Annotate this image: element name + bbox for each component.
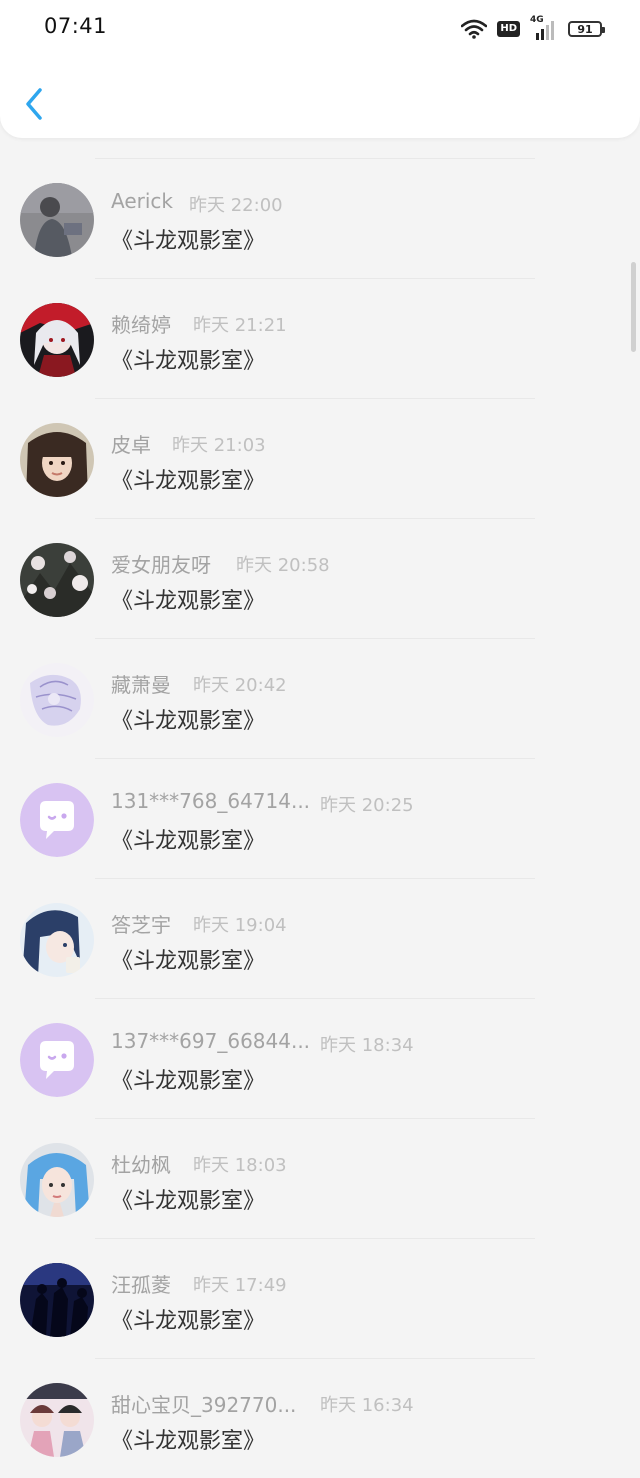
message-text: 《斗龙观影室》 [111,1069,266,1094]
timestamp: 昨天 16:34 [320,1395,414,1416]
timestamp: 昨天 18:34 [320,1035,414,1056]
status-icons: HD 4G 91 [461,15,605,41]
nickname: 131***768_64714... [111,789,311,813]
message-text: 《斗龙观影室》 [111,949,266,974]
message-text: 《斗龙观影室》 [111,469,266,494]
list-item[interactable]: 甜心宝贝_392770... 昨天 16:34 《斗龙观影室》 [0,1359,640,1478]
avatar[interactable] [20,543,94,617]
wifi-icon [461,19,488,39]
message-list: Aerick 昨天 22:00 《斗龙观影室》 赖绮婷 昨天 21:21 《斗龙… [0,158,640,1478]
message-text: 《斗龙观影室》 [111,229,266,254]
avatar[interactable] [20,423,94,497]
nickname: 甜心宝贝_392770... [111,1393,297,1417]
status-time: 07:41 [44,14,108,38]
timestamp: 昨天 21:21 [193,315,287,336]
list-item[interactable]: 137***697_66844... 昨天 18:34 《斗龙观影室》 [0,999,640,1118]
hd-badge: HD [497,21,520,37]
timestamp: 昨天 22:00 [189,195,283,216]
back-button[interactable] [20,84,50,124]
nickname: Aerick [111,189,173,213]
list-item[interactable]: 爱女朋友呀 昨天 20:58 《斗龙观影室》 [0,519,640,638]
top-bar: 07:41 HD 4G 91 [0,0,640,138]
list-item[interactable]: 皮卓 昨天 21:03 《斗龙观影室》 [0,399,640,518]
network-label: 4G [530,15,544,25]
timestamp: 昨天 20:25 [320,795,414,816]
message-text: 《斗龙观影室》 [111,1189,266,1214]
avatar[interactable] [20,303,94,377]
message-text: 《斗龙观影室》 [111,829,266,854]
list-item[interactable]: 赖绮婷 昨天 21:21 《斗龙观影室》 [0,279,640,398]
avatar[interactable] [20,1023,94,1097]
avatar[interactable] [20,663,94,737]
avatar[interactable] [20,183,94,257]
timestamp: 昨天 20:58 [236,555,330,576]
timestamp: 昨天 17:49 [193,1275,287,1296]
timestamp: 昨天 19:04 [193,915,287,936]
list-item[interactable]: 131***768_64714... 昨天 20:25 《斗龙观影室》 [0,759,640,878]
nickname: 皮卓 [111,433,151,457]
timestamp: 昨天 21:03 [172,435,266,456]
chat-bubble-icon [20,783,94,857]
message-text: 《斗龙观影室》 [111,1429,266,1454]
avatar[interactable] [20,783,94,857]
message-text: 《斗龙观影室》 [111,589,266,614]
scrollbar[interactable] [631,262,636,352]
timestamp: 昨天 18:03 [193,1155,287,1176]
message-text: 《斗龙观影室》 [111,349,266,374]
nickname: 爱女朋友呀 [111,553,211,577]
message-text: 《斗龙观影室》 [111,709,266,734]
list-item[interactable]: 汪孤菱 昨天 17:49 《斗龙观影室》 [0,1239,640,1358]
nickname: 137***697_66844... [111,1029,311,1053]
nickname: 杜幼枫 [111,1153,171,1177]
list-item[interactable]: 杜幼枫 昨天 18:03 《斗龙观影室》 [0,1119,640,1238]
nickname: 答芝宇 [111,913,171,937]
avatar[interactable] [20,1383,94,1457]
nickname: 藏萧曼 [111,673,171,697]
avatar[interactable] [20,903,94,977]
avatar[interactable] [20,1263,94,1337]
list-item[interactable]: 答芝宇 昨天 19:04 《斗龙观影室》 [0,879,640,998]
message-text: 《斗龙观影室》 [111,1309,266,1334]
list-item[interactable]: Aerick 昨天 22:00 《斗龙观影室》 [0,159,640,278]
nickname: 赖绮婷 [111,313,171,337]
chat-bubble-icon [20,1023,94,1097]
battery-icon: 91 [568,21,605,37]
avatar[interactable] [20,1143,94,1217]
nickname: 汪孤菱 [111,1273,171,1297]
list-item[interactable]: 藏萧曼 昨天 20:42 《斗龙观影室》 [0,639,640,758]
battery-level: 91 [577,22,593,36]
signal-icon: 4G [530,15,558,41]
chevron-left-icon [26,88,42,120]
timestamp: 昨天 20:42 [193,675,287,696]
